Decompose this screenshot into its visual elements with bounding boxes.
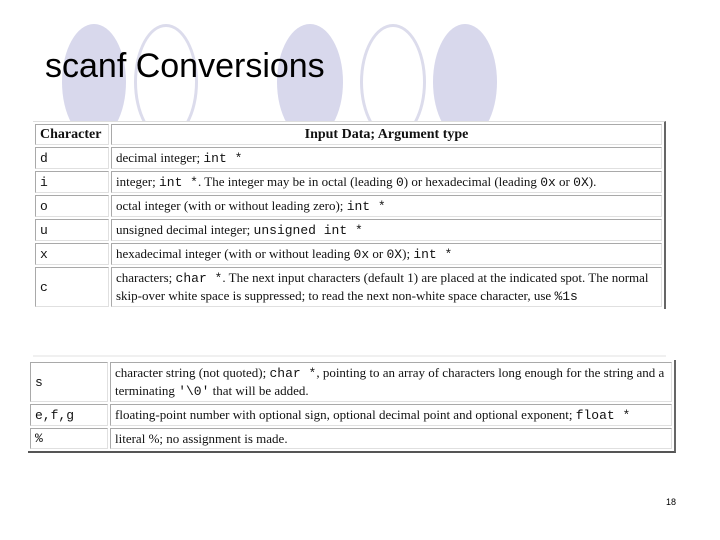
description-text: . The integer may be in octal (leading <box>197 174 396 189</box>
conversion-character: e,f,g <box>30 404 108 426</box>
description-text: floating-point number with optional sign… <box>115 407 576 422</box>
code-fragment: 0X <box>573 175 589 190</box>
code-fragment: %1s <box>554 289 578 304</box>
code-fragment: int * <box>203 151 243 166</box>
code-fragment: 0X <box>386 247 403 262</box>
conversion-character: c <box>35 267 109 307</box>
table-row: u unsigned decimal integer; unsigned int … <box>35 219 662 241</box>
code-fragment: 0x <box>353 247 370 262</box>
description-text: decimal integer; <box>116 150 204 165</box>
table-row: e,f,g floating-point number with optional… <box>30 404 672 426</box>
code-fragment: char * <box>175 271 223 286</box>
conversion-character: o <box>35 195 109 217</box>
conversion-table-continued: s character string (not quoted); char *, … <box>28 360 676 453</box>
conversion-description: decimal integer; int * <box>111 147 662 169</box>
conversion-character: x <box>35 243 109 265</box>
table-row: s character string (not quoted); char *, … <box>30 362 672 402</box>
conversion-description: character string (not quoted); char *, p… <box>110 362 672 402</box>
code-fragment: char * <box>269 366 317 381</box>
conversion-description: floating-point number with optional sign… <box>110 404 672 426</box>
description-text: characters; <box>116 270 176 285</box>
slide-title: scanf Conversions <box>45 47 325 85</box>
description-text: ) or hexadecimal (leading <box>403 174 541 189</box>
code-fragment: 0x <box>540 175 556 190</box>
description-text: octal integer (with or without leading z… <box>116 198 347 213</box>
description-text: ); <box>402 246 414 261</box>
table-row: i integer; int *. The integer may be in o… <box>35 171 662 193</box>
header-input-data: Input Data; Argument type <box>111 124 662 145</box>
code-fragment: int * <box>158 175 198 190</box>
conversion-character: u <box>35 219 109 241</box>
conversion-character: i <box>35 171 109 193</box>
description-text: that will be added. <box>209 383 309 398</box>
description-text: or <box>369 246 387 261</box>
table-row: c characters; char *. The next input char… <box>35 267 662 307</box>
description-text: ). <box>588 174 597 189</box>
code-fragment: '\0' <box>178 384 210 399</box>
description-text: integer; <box>116 174 159 189</box>
description-text: literal %; no assignment is made. <box>115 431 288 446</box>
table-body: s character string (not quoted); char *, … <box>30 362 672 449</box>
code-fragment: unsigned int * <box>253 223 363 238</box>
table-header-row: Character Input Data; Argument type <box>35 124 662 145</box>
conversion-description: characters; char *. The next input chara… <box>111 267 662 307</box>
description-text: hexadecimal integer (with or without lea… <box>116 246 354 261</box>
table-body: d decimal integer; int * i integer; int *. … <box>35 147 662 307</box>
description-text: or <box>555 174 574 189</box>
table-row: x hexadecimal integer (with or without le… <box>35 243 662 265</box>
image-cut-edge <box>33 355 666 357</box>
code-fragment: int * <box>413 247 453 262</box>
table-row: o octal integer (with or without leading … <box>35 195 662 217</box>
conversion-character: d <box>35 147 109 169</box>
conversion-character: % <box>30 428 108 449</box>
code-fragment: int * <box>346 199 386 214</box>
table-row: % literal %; no assignment is made. <box>30 428 672 449</box>
conversion-table: Character Input Data; Argument type d dec… <box>33 121 666 309</box>
table-row: d decimal integer; int * <box>35 147 662 169</box>
code-fragment: float * <box>575 408 631 423</box>
conversion-description: octal integer (with or without leading z… <box>111 195 662 217</box>
description-text: unsigned decimal integer; <box>116 222 254 237</box>
conversion-description: hexadecimal integer (with or without lea… <box>111 243 662 265</box>
code-fragment: 0 <box>395 175 404 190</box>
conversion-description: literal %; no assignment is made. <box>110 428 672 449</box>
conversion-character: s <box>30 362 108 402</box>
header-character: Character <box>35 124 109 145</box>
description-text: character string (not quoted); <box>115 365 270 380</box>
page-number: 18 <box>666 497 677 507</box>
conversion-description: unsigned decimal integer; unsigned int * <box>111 219 662 241</box>
conversion-description: integer; int *. The integer may be in oc… <box>111 171 662 193</box>
